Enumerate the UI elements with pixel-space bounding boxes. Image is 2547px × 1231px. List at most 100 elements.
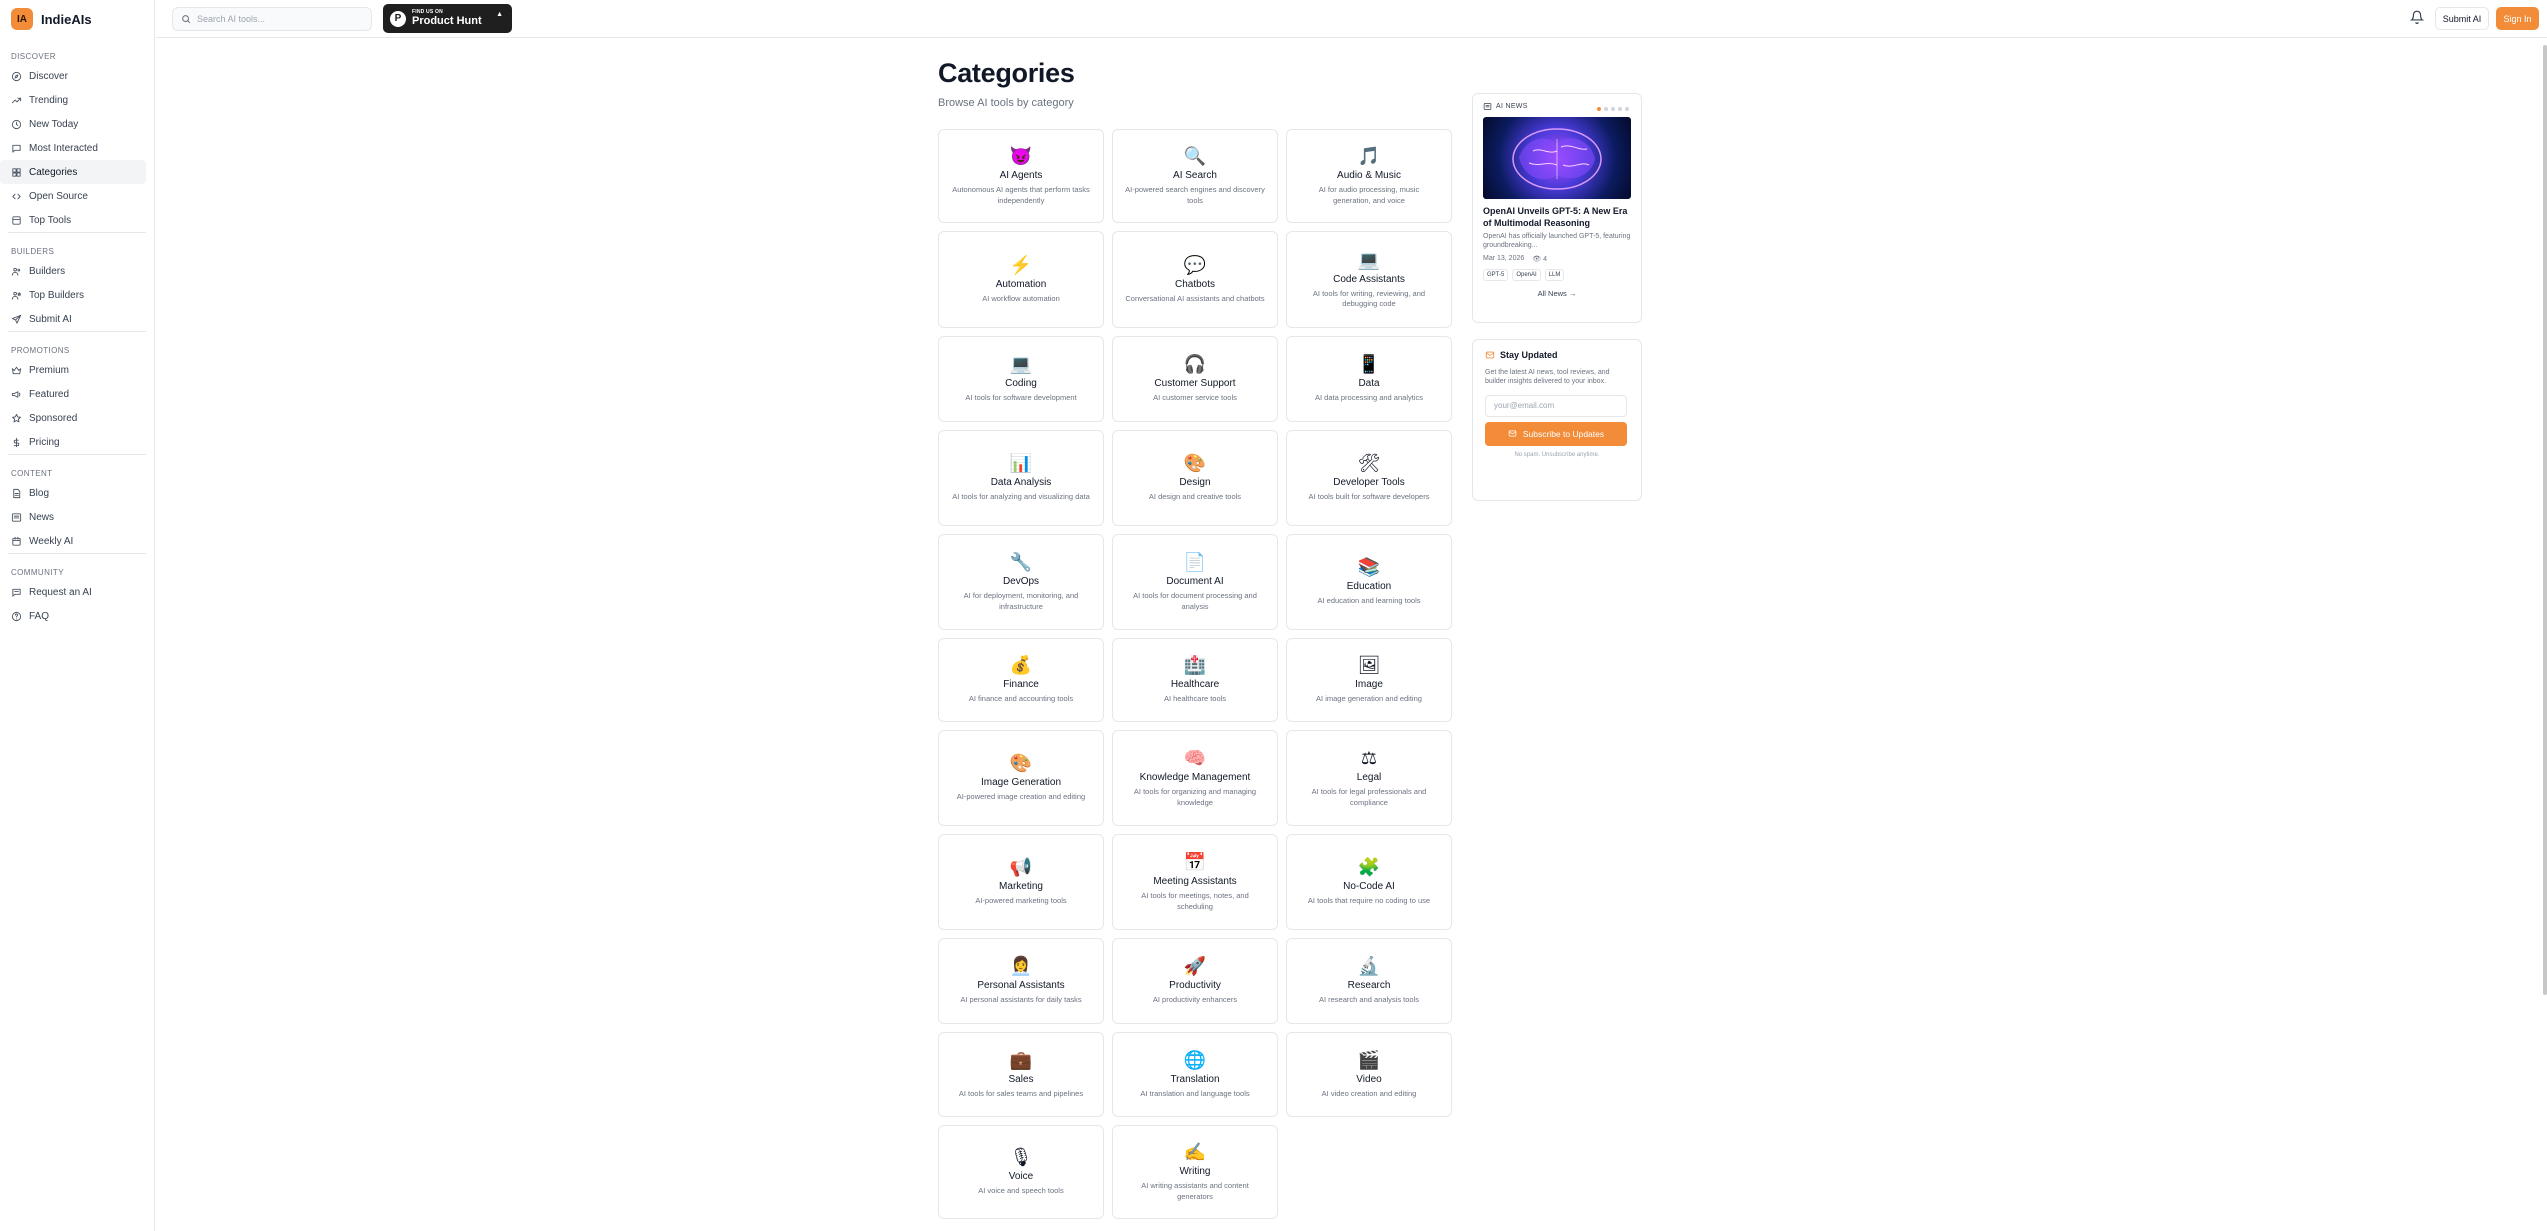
category-card-image[interactable]: 🖼 Image AI image generation and editing xyxy=(1286,638,1452,722)
category-card-no-code-ai[interactable]: 🧩 No-Code AI AI tools that require no codi… xyxy=(1286,834,1452,930)
sidebar-item-sponsored[interactable]: Sponsored xyxy=(8,406,146,430)
carousel-dot[interactable] xyxy=(1618,107,1622,111)
category-card-automation[interactable]: ⚡ Automation AI workflow automation xyxy=(938,231,1104,328)
category-card-chatbots[interactable]: 💬 Chatbots Conversational AI assistants an… xyxy=(1112,231,1278,328)
news-tag[interactable]: OpenAI xyxy=(1512,269,1541,282)
sidebar-item-premium[interactable]: Premium xyxy=(8,358,146,382)
category-card-developer-tools[interactable]: 🛠 Developer Tools AI tools built for softw… xyxy=(1286,430,1452,526)
sidebar-item-top-builders[interactable]: Top Builders xyxy=(8,283,146,307)
category-card-legal[interactable]: ⚖ Legal AI tools for legal professionals a… xyxy=(1286,730,1452,826)
category-description: AI finance and accounting tools xyxy=(968,694,1074,704)
search-box[interactable] xyxy=(172,7,372,31)
category-card-research[interactable]: 🔬 Research AI research and analysis tools xyxy=(1286,938,1452,1024)
category-card-knowledge-management[interactable]: 🧠 Knowledge Management AI tools for organi… xyxy=(1112,730,1278,826)
category-card-translation[interactable]: 🌐 Translation AI translation and language … xyxy=(1112,1032,1278,1117)
main-content: Categories Browse AI tools by category 😈… xyxy=(938,58,1452,1219)
category-card-coding[interactable]: 💻 Coding AI tools for software development xyxy=(938,336,1104,422)
sidebar-item-weekly-ai[interactable]: Weekly AI xyxy=(8,529,146,553)
sidebar-item-news[interactable]: News xyxy=(8,505,146,529)
carousel-dot[interactable] xyxy=(1597,107,1601,111)
sidebar-item-discover[interactable]: Discover xyxy=(0,64,146,88)
category-card-devops[interactable]: 🔧 DevOps AI for deployment, monitoring, an… xyxy=(938,534,1104,630)
all-news-link[interactable]: All News → xyxy=(1483,289,1631,298)
news-title[interactable]: OpenAI Unveils GPT-5: A New Era of Multi… xyxy=(1483,205,1631,229)
category-icon: 🎙 xyxy=(1009,1147,1033,1168)
category-card-design[interactable]: 🎨 Design AI design and creative tools xyxy=(1112,430,1278,526)
category-description: AI data processing and analytics xyxy=(1315,393,1423,403)
bell-icon[interactable] xyxy=(2410,10,2424,24)
category-icon: 🎨 xyxy=(1183,453,1207,474)
category-card-writing[interactable]: ✍ Writing AI writing assistants and conten… xyxy=(1112,1125,1278,1219)
carousel-dot[interactable] xyxy=(1604,107,1608,111)
sidebar-item-open-source[interactable]: Open Source xyxy=(0,184,146,208)
nav-section-promotions: Promotions Premium Featured Sponsored Pricin… xyxy=(8,331,146,454)
category-card-image-generation[interactable]: 🎨 Image Generation AI-powered image creati… xyxy=(938,730,1104,826)
category-card-audio-music[interactable]: 🎵 Audio & Music AI for audio processing, m… xyxy=(1286,129,1452,223)
category-name: Code Assistants xyxy=(1333,273,1405,285)
sidebar-item-featured[interactable]: Featured xyxy=(8,382,146,406)
category-card-ai-search[interactable]: 🔍 AI Search AI-powered search engines and … xyxy=(1112,129,1278,223)
category-name: Video xyxy=(1356,1073,1382,1085)
upvote-icon: ▲ xyxy=(496,11,503,18)
carousel-dots[interactable] xyxy=(1597,107,1629,111)
category-card-finance[interactable]: 💰 Finance AI finance and accounting tools xyxy=(938,638,1104,722)
search-input[interactable] xyxy=(197,14,367,24)
category-card-data[interactable]: 📱 Data AI data processing and analytics xyxy=(1286,336,1452,422)
category-card-sales[interactable]: 💼 Sales AI tools for sales teams and pipel… xyxy=(938,1032,1104,1117)
category-card-personal-assistants[interactable]: 👩‍💼 Personal Assistants AI personal assist… xyxy=(938,938,1104,1024)
sidebar: IA IndieAIs Discover Discover Trending New … xyxy=(0,0,155,1231)
sidebar-item-submit-ai[interactable]: Submit AI xyxy=(8,307,146,331)
carousel-dot[interactable] xyxy=(1625,107,1629,111)
category-card-meeting-assistants[interactable]: 📅 Meeting Assistants AI tools for meetings… xyxy=(1112,834,1278,930)
category-card-ai-agents[interactable]: 😈 AI Agents Autonomous AI agents that perf… xyxy=(938,129,1104,223)
news-tag[interactable]: LLM xyxy=(1544,269,1565,282)
category-card-data-analysis[interactable]: 📊 Data Analysis AI tools for analyzing and… xyxy=(938,430,1104,526)
megaphone-icon xyxy=(11,389,22,400)
category-card-education[interactable]: 📚 Education AI education and learning tool… xyxy=(1286,534,1452,630)
sign-in-button[interactable]: Sign In xyxy=(2496,7,2539,30)
category-card-productivity[interactable]: 🚀 Productivity AI productivity enhancers xyxy=(1112,938,1278,1024)
category-icon: 🏥 xyxy=(1183,655,1207,676)
category-icon: 📄 xyxy=(1183,552,1207,573)
category-name: Image xyxy=(1355,679,1383,691)
sidebar-item-label: Blog xyxy=(29,487,50,499)
category-description: AI education and learning tools xyxy=(1317,596,1421,606)
category-icon: 🎵 xyxy=(1357,146,1381,167)
category-card-healthcare[interactable]: 🏥 Healthcare AI healthcare tools xyxy=(1112,638,1278,722)
category-description: AI for deployment, monitoring, and infra… xyxy=(963,591,1079,611)
scrollbar[interactable] xyxy=(2543,45,2547,995)
news-tag[interactable]: GPT-5 xyxy=(1483,269,1509,282)
category-icon: 🌐 xyxy=(1183,1049,1207,1070)
sidebar-item-trending[interactable]: Trending xyxy=(0,88,146,112)
category-card-document-ai[interactable]: 📄 Document AI AI tools for document proces… xyxy=(1112,534,1278,630)
sidebar-item-blog[interactable]: Blog xyxy=(8,481,146,505)
carousel-dot[interactable] xyxy=(1611,107,1615,111)
category-card-customer-support[interactable]: 🎧 Customer Support AI customer service too… xyxy=(1112,336,1278,422)
trending-icon xyxy=(11,95,22,106)
sidebar-item-categories[interactable]: Categories xyxy=(0,160,146,184)
sidebar-item-most-interacted[interactable]: Most Interacted xyxy=(0,136,146,160)
sidebar-item-request-an-ai[interactable]: Request an AI xyxy=(8,580,146,604)
email-field[interactable] xyxy=(1485,394,1627,417)
subscribe-button[interactable]: Subscribe to Updates xyxy=(1485,421,1627,446)
category-name: Customer Support xyxy=(1154,378,1236,390)
sidebar-item-top-tools[interactable]: Top Tools xyxy=(0,208,146,232)
submit-ai-button[interactable]: Submit AI xyxy=(2435,7,2489,30)
category-card-code-assistants[interactable]: 💻 Code Assistants AI tools for writing, re… xyxy=(1286,231,1452,328)
category-description: AI tools built for software developers xyxy=(1308,492,1430,502)
category-card-video[interactable]: 🎬 Video AI video creation and editing xyxy=(1286,1032,1452,1117)
views-count: 4 xyxy=(1543,256,1547,264)
product-hunt-badge[interactable]: P FIND US ON Product Hunt ▲ xyxy=(383,4,512,33)
sidebar-item-faq[interactable]: FAQ xyxy=(8,604,146,628)
category-name: Finance xyxy=(1003,679,1039,691)
category-card-marketing[interactable]: 📢 Marketing AI-powered marketing tools xyxy=(938,834,1104,930)
category-name: Personal Assistants xyxy=(977,980,1065,992)
sidebar-item-builders[interactable]: Builders xyxy=(8,259,146,283)
brand[interactable]: IA IndieAIs xyxy=(0,0,154,38)
sidebar-item-pricing[interactable]: Pricing xyxy=(8,430,146,454)
news-tags: GPT-5 OpenAI LLM xyxy=(1483,269,1631,282)
category-card-voice[interactable]: 🎙 Voice AI voice and speech tools xyxy=(938,1125,1104,1219)
sidebar-item-new-today[interactable]: New Today xyxy=(0,112,146,136)
news-views: 👁 4 xyxy=(1532,256,1547,264)
news-image[interactable] xyxy=(1483,117,1631,199)
